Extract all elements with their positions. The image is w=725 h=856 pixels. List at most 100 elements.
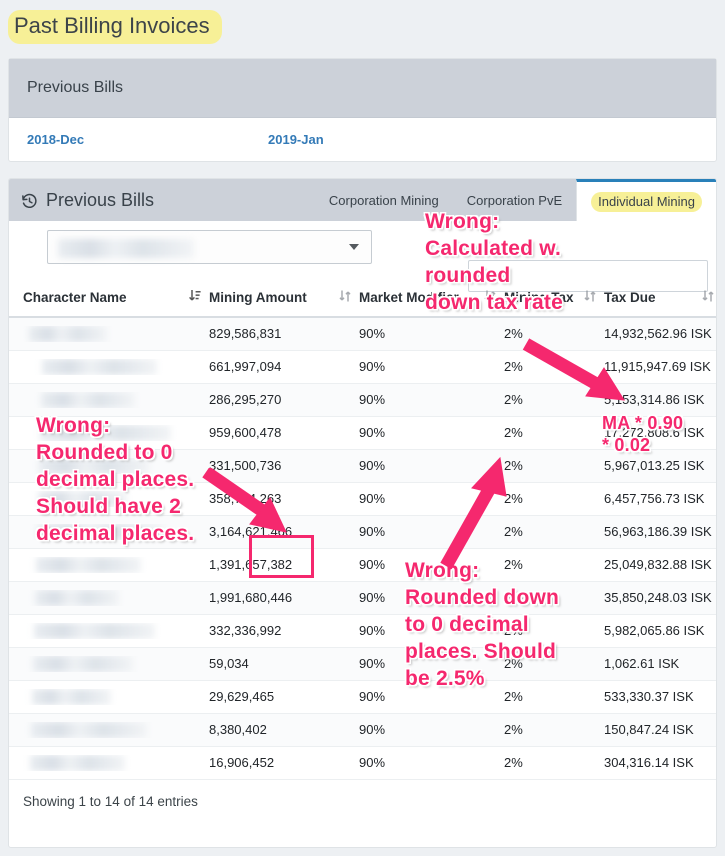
cell-market-modifier: 90%: [355, 746, 500, 780]
cell-market-modifier: 90%: [355, 713, 500, 747]
search-input-wrapper[interactable]: [468, 260, 708, 292]
table-row[interactable]: 661,997,094 90% 2% 11,915,947.69 ISK: [9, 350, 716, 384]
cell-mining-tax: 2%: [500, 482, 600, 516]
cell-character-name: [9, 647, 205, 681]
cell-tax-due: 17,272,808.6 ISK: [600, 416, 716, 450]
table-row[interactable]: 1,391,657,382 90% 2% 25,049,832.88 ISK: [9, 548, 716, 582]
character-name-redacted: [29, 325, 107, 342]
cell-character-name: [9, 416, 205, 450]
cell-tax-due: 35,850,248.03 ISK: [600, 581, 716, 615]
cell-mining-tax: 2%: [500, 350, 600, 384]
cell-mining-tax: 2%: [500, 449, 600, 483]
bill-link-2019-jan[interactable]: 2019-Jan: [268, 132, 324, 147]
cell-mining-tax: 2%: [500, 317, 600, 351]
cell-mining-amount: 331,500,736: [205, 449, 355, 483]
page-title-container: Past Billing Invoices: [8, 10, 222, 44]
cell-mining-amount: 59,034: [205, 647, 355, 681]
column-header-character-name[interactable]: Character Name: [9, 283, 205, 318]
column-header-market-modifier-label: Market Modifier: [359, 290, 459, 305]
tab-corporation-pve[interactable]: Corporation PvE: [453, 179, 576, 221]
cell-market-modifier: 90%: [355, 449, 500, 483]
cell-market-modifier: 90%: [355, 515, 500, 549]
page-title: Past Billing Invoices: [8, 10, 222, 44]
column-header-tax-due-label: Tax Due: [604, 290, 656, 305]
sort-neutral-icon: [484, 289, 496, 306]
bill-link-2018-dec[interactable]: 2018-Dec: [27, 132, 268, 147]
table-row[interactable]: 829,586,831 90% 2% 14,932,562.96 ISK: [9, 317, 716, 351]
tab-individual-mining[interactable]: Individual Mining: [576, 179, 716, 221]
cell-character-name: [9, 548, 205, 582]
character-name-redacted: [42, 358, 157, 375]
table-row[interactable]: 959,600,478 90% 2% 17,272,808.6 ISK: [9, 416, 716, 450]
cell-mining-tax: 2%: [500, 581, 600, 615]
cell-mining-tax: 2%: [500, 416, 600, 450]
character-name-redacted: [38, 490, 127, 507]
cell-mining-amount: 29,629,465: [205, 680, 355, 714]
table-row[interactable]: 8,380,402 90% 2% 150,847.24 ISK: [9, 713, 716, 747]
table-row[interactable]: 29,629,465 90% 2% 533,330.37 ISK: [9, 680, 716, 714]
column-header-mining-amount[interactable]: Mining Amount: [205, 283, 355, 318]
cell-mining-amount: 1,391,657,382: [205, 548, 355, 582]
cell-mining-amount: 661,997,094: [205, 350, 355, 384]
sort-neutral-icon: [339, 289, 351, 306]
character-name-redacted: [39, 457, 149, 474]
table-row[interactable]: 331,500,736 90% 2% 5,967,013.25 ISK: [9, 449, 716, 483]
filter-dropdown[interactable]: [47, 230, 372, 264]
table-row[interactable]: 1,991,680,446 90% 2% 35,850,248.03 ISK: [9, 581, 716, 615]
cell-market-modifier: 90%: [355, 614, 500, 648]
cell-tax-due: 533,330.37 ISK: [600, 680, 716, 714]
cell-mining-amount: 16,906,452: [205, 746, 355, 780]
character-name-redacted: [36, 556, 141, 573]
sort-descending-icon: [189, 289, 201, 306]
cell-mining-amount: 1,991,680,446: [205, 581, 355, 615]
cell-character-name: [9, 449, 205, 483]
cell-mining-tax: 2%: [500, 746, 600, 780]
cell-tax-due: 56,963,186.39 ISK: [600, 515, 716, 549]
cell-character-name: [9, 581, 205, 615]
cell-character-name: [9, 746, 205, 780]
cell-character-name: [9, 350, 205, 384]
cell-tax-due: 150,847.24 ISK: [600, 713, 716, 747]
sort-neutral-icon: [702, 289, 714, 306]
character-name-redacted: [34, 622, 155, 639]
cell-character-name: [9, 317, 205, 351]
table-row[interactable]: 286,295,270 90% 2% 5,153,314.86 ISK: [9, 383, 716, 417]
cell-mining-amount: 959,600,478: [205, 416, 355, 450]
cell-mining-amount: 8,380,402: [205, 713, 355, 747]
tab-corporation-mining[interactable]: Corporation Mining: [315, 179, 453, 221]
cell-character-name: [9, 515, 205, 549]
character-name-redacted: [33, 655, 133, 672]
cell-tax-due: 11,915,947.69 ISK: [600, 350, 716, 384]
cell-mining-amount: 3,164,621,466: [205, 515, 355, 549]
cell-market-modifier: 90%: [355, 383, 500, 417]
table-card-header: Previous Bills Corporation Mining Corpor…: [9, 179, 716, 221]
cell-character-name: [9, 482, 205, 516]
cell-mining-amount: 286,295,270: [205, 383, 355, 417]
table-card-title-group: Previous Bills: [9, 190, 154, 211]
cell-mining-tax: 2%: [500, 548, 600, 582]
cell-mining-tax: 2%: [500, 713, 600, 747]
character-name-redacted: [32, 688, 111, 705]
billing-table-card: Previous Bills Corporation Mining Corpor…: [8, 178, 717, 848]
cell-mining-amount: 358,764,263: [205, 482, 355, 516]
filter-dropdown-value-redacted: [58, 239, 194, 258]
table-row[interactable]: 16,906,452 90% 2% 304,316.14 ISK: [9, 746, 716, 780]
cell-mining-tax: 2%: [500, 647, 600, 681]
tab-corporation-pve-label: Corporation PvE: [466, 192, 563, 208]
cell-market-modifier: 90%: [355, 482, 500, 516]
chevron-down-icon: [349, 244, 359, 250]
previous-bills-panel-header: Previous Bills: [9, 59, 716, 118]
cell-tax-due: 5,967,013.25 ISK: [600, 449, 716, 483]
table-row[interactable]: 3,164,621,466 90% 2% 56,963,186.39 ISK: [9, 515, 716, 549]
billing-table: Character Name Mining Amount Market Modi…: [9, 283, 716, 780]
table-footer-info: Showing 1 to 14 of 14 entries: [23, 793, 198, 809]
table-row[interactable]: 332,336,992 90% 2% 5,982,065.86 ISK: [9, 614, 716, 648]
search-input[interactable]: [469, 261, 707, 291]
table-row[interactable]: 358,764,263 90% 2% 6,457,756.73 ISK: [9, 482, 716, 516]
table-toolbar: [9, 221, 716, 292]
cell-character-name: [9, 614, 205, 648]
cell-character-name: [9, 383, 205, 417]
cell-mining-tax: 2%: [500, 383, 600, 417]
table-row[interactable]: 59,034 90% 2% 1,062.61 ISK: [9, 647, 716, 681]
table-card-title: Previous Bills: [46, 189, 155, 210]
